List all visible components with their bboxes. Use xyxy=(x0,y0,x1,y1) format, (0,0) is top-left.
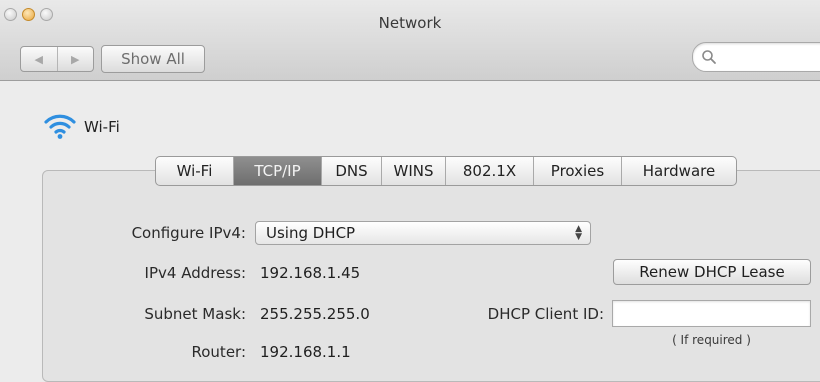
dhcp-client-id-input[interactable] xyxy=(612,300,811,327)
configure-ipv4-select[interactable]: Using DHCP ▲ ▼ xyxy=(255,221,591,245)
ipv4-address-label: IPv4 Address: xyxy=(144,264,246,282)
search-field[interactable] xyxy=(692,42,820,72)
renew-dhcp-lease-button[interactable]: Renew DHCP Lease xyxy=(613,259,811,285)
service-name: Wi-Fi xyxy=(84,118,120,136)
tab-hardware[interactable]: Hardware xyxy=(621,157,736,185)
window-toolbar: Network ◀ ▶ Show All xyxy=(0,0,820,81)
back-arrow-icon[interactable]: ◀ xyxy=(21,47,57,71)
router-label: Router: xyxy=(191,343,247,361)
back-forward-control: ◀ ▶ xyxy=(20,46,94,72)
tab-proxies[interactable]: Proxies xyxy=(533,157,621,185)
ipv4-address-value: 192.168.1.45 xyxy=(260,264,361,282)
up-down-chevron-icon: ▲ ▼ xyxy=(575,224,582,242)
subnet-mask-label: Subnet Mask: xyxy=(144,305,246,323)
router-value: 192.168.1.1 xyxy=(260,343,351,361)
show-all-button[interactable]: Show All xyxy=(101,45,205,73)
search-icon xyxy=(702,50,716,64)
wifi-icon xyxy=(44,114,76,139)
dhcp-client-id-label: DHCP Client ID: xyxy=(487,305,604,323)
configure-ipv4-value: Using DHCP xyxy=(266,224,356,242)
forward-arrow-icon[interactable]: ▶ xyxy=(56,47,94,71)
tab-8021x[interactable]: 802.1X xyxy=(445,157,533,185)
tab-wifi[interactable]: Wi-Fi xyxy=(156,157,233,185)
configure-ipv4-label: Configure IPv4: xyxy=(131,224,246,242)
tab-wins[interactable]: WINS xyxy=(381,157,445,185)
tab-tcpip[interactable]: TCP/IP xyxy=(233,157,321,185)
tab-dns[interactable]: DNS xyxy=(321,157,381,185)
window-title: Network xyxy=(378,14,442,32)
if-required-note: ( If required ) xyxy=(672,333,751,347)
tab-bar: Wi-Fi TCP/IP DNS WINS 802.1X Proxies Har… xyxy=(155,156,737,186)
subnet-mask-value: 255.255.255.0 xyxy=(260,305,370,323)
